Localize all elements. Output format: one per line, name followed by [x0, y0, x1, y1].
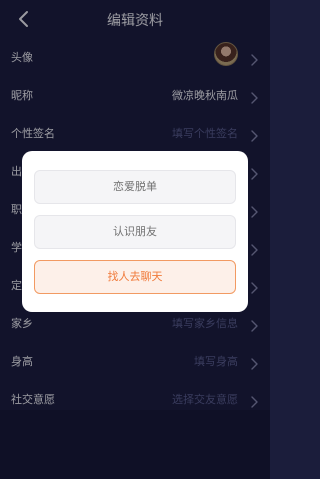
option-friends-button[interactable]: 认识朋友: [34, 215, 236, 249]
option-love-button[interactable]: 恋爱脱单: [34, 170, 236, 204]
option-chat-button[interactable]: 找人去聊天: [34, 260, 236, 294]
purpose-modal: 恋爱脱单 认识朋友 找人去聊天: [22, 151, 248, 312]
